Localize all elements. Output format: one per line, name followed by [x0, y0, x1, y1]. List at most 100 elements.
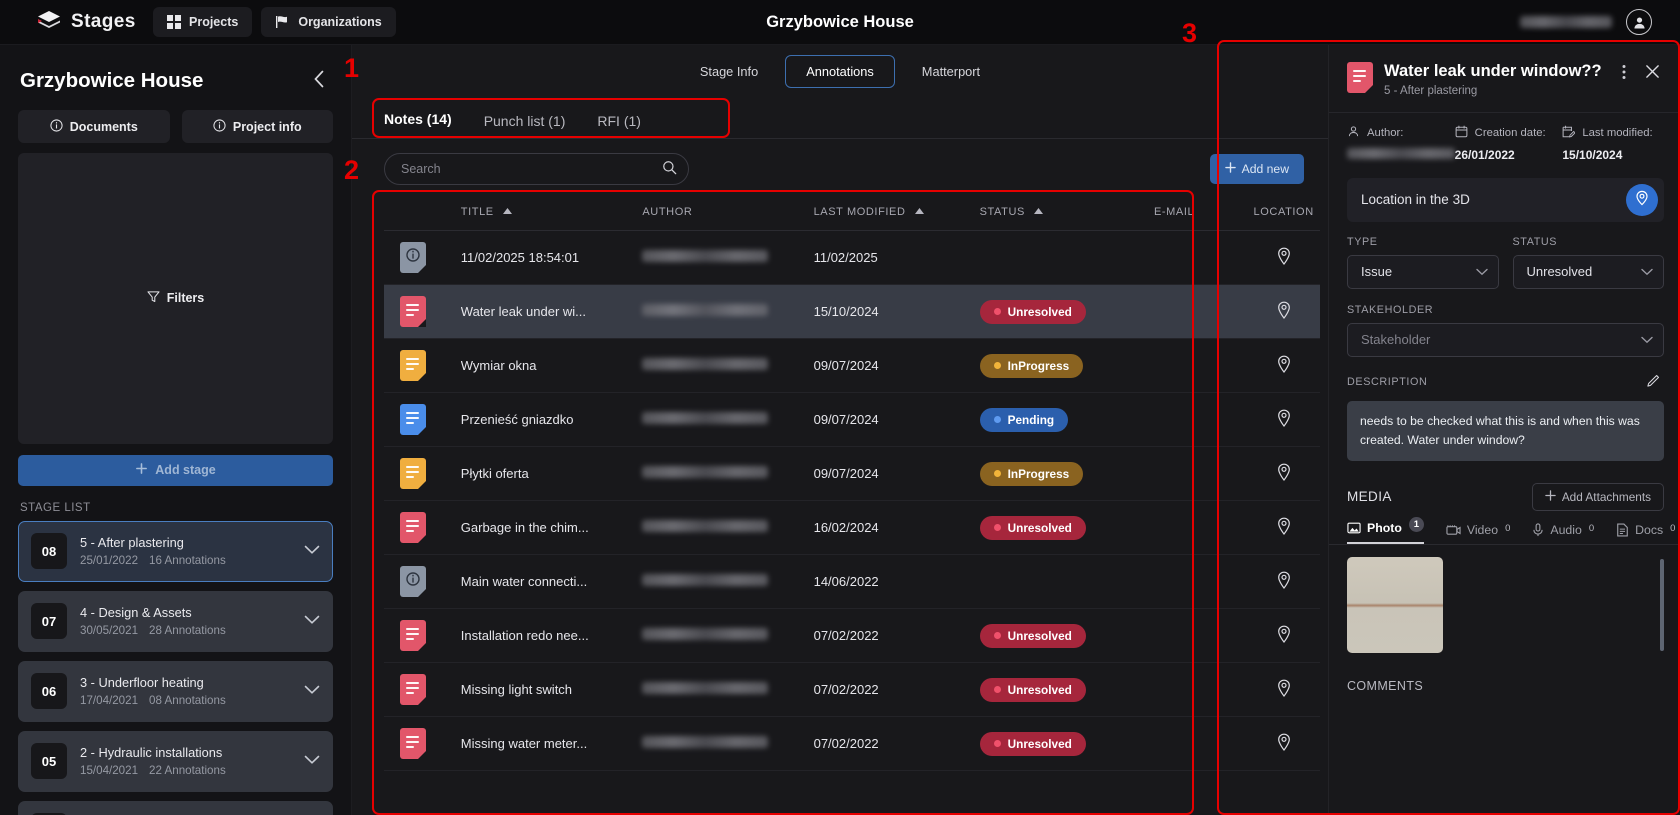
row-location-cell[interactable] — [1247, 284, 1320, 339]
map-pin-icon[interactable] — [1276, 517, 1292, 539]
row-title: Installation redo nee... — [460, 628, 589, 643]
media-tab[interactable]: Audio 0 — [1532, 523, 1594, 544]
audio-icon — [1532, 523, 1544, 537]
table-row[interactable]: Płytki oferta 09/07/2024 InProgress — [384, 446, 1320, 501]
status-label: Unresolved — [1007, 682, 1072, 697]
row-modified-cell: 07/02/2022 — [813, 662, 980, 717]
row-location-cell[interactable] — [1247, 662, 1320, 717]
sort-arrow-icon[interactable] — [502, 205, 512, 217]
location-3d-row[interactable]: Location in the 3D — [1347, 177, 1664, 222]
sidebar-button-row: Documents Project info — [18, 110, 333, 143]
projects-button[interactable]: Projects — [153, 7, 253, 37]
row-title: Main water connecti... — [460, 574, 588, 589]
add-new-button[interactable]: Add new — [1209, 154, 1304, 184]
add-attachments-button[interactable]: Add Attachments — [1531, 482, 1664, 511]
stage-number: 05 — [31, 743, 67, 779]
media-tab[interactable]: Docs 0 — [1616, 523, 1675, 544]
media-scrollbar[interactable] — [1660, 558, 1664, 651]
sidebar-stage-item[interactable]: 041 - Electrical installations25/03/2021… — [18, 800, 333, 815]
media-tab-count: 1 — [1408, 516, 1424, 532]
project-info-label: Project info — [232, 119, 302, 134]
sort-arrow-icon[interactable] — [1033, 205, 1043, 217]
last-modified-value: 15/10/2024 — [1562, 147, 1623, 162]
media-tab[interactable]: Photo 1 — [1347, 516, 1424, 544]
row-location-cell[interactable] — [1247, 554, 1320, 609]
filters-button[interactable]: Filters — [18, 153, 333, 444]
main-tab[interactable]: Matterport — [901, 55, 1001, 88]
stage-date: 30/05/2021 — [80, 624, 139, 637]
main-tab[interactable]: Annotations — [785, 54, 895, 88]
table-row[interactable]: Water leak under wi... 15/10/2024 Unresolv… — [384, 284, 1320, 339]
row-location-cell[interactable] — [1247, 230, 1320, 285]
row-location-cell[interactable] — [1247, 446, 1320, 501]
table-row[interactable]: Wymiar okna 09/07/2024 InProgress — [384, 338, 1320, 393]
map-pin-icon[interactable] — [1276, 625, 1292, 647]
sidebar-stage-item[interactable]: 05 2 - Hydraulic installations 15/04/2021 2… — [18, 730, 333, 792]
sort-arrow-icon[interactable] — [914, 205, 924, 217]
row-location-cell[interactable] — [1247, 338, 1320, 393]
map-pin-icon[interactable] — [1276, 679, 1292, 701]
search-input[interactable] — [384, 153, 689, 185]
type-select[interactable]: Issue — [1347, 254, 1499, 289]
column-header[interactable]: LAST MODIFIED — [813, 195, 980, 231]
annotation-subtab[interactable]: RFI (1) — [597, 113, 641, 138]
annotation-subtab[interactable]: Punch list (1) — [484, 113, 566, 138]
row-location-cell[interactable] — [1247, 392, 1320, 447]
row-author-cell — [642, 230, 814, 285]
table-row[interactable]: 11/02/2025 18:54:01 11/02/2025 — [384, 230, 1320, 285]
media-tab-count: 0 — [1588, 522, 1595, 534]
sidebar-stage-item[interactable]: 08 5 - After plastering 25/01/2022 16 Annot… — [18, 520, 333, 582]
status-select[interactable]: Unresolved — [1512, 254, 1664, 289]
organizations-button[interactable]: Organizations — [261, 7, 396, 37]
stage-name: 3 - Underfloor heating — [80, 675, 204, 690]
table-row[interactable]: Przenieść gniazdko 09/07/2024 Pending — [384, 392, 1320, 447]
documents-button[interactable]: Documents — [18, 110, 170, 143]
row-location-cell[interactable] — [1247, 716, 1320, 771]
row-location-cell[interactable] — [1247, 608, 1320, 663]
add-stage-button[interactable]: Add stage — [18, 454, 333, 486]
table-row[interactable]: Installation redo nee... 07/02/2022 Unreso… — [384, 608, 1320, 663]
main-tab-bar[interactable]: Stage Info Annotations Matterport — [352, 45, 1328, 97]
info-circle-icon — [213, 118, 226, 135]
map-pin-icon[interactable] — [1276, 247, 1292, 269]
column-header[interactable]: STATUS — [979, 195, 1154, 231]
project-info-button[interactable]: Project info — [181, 110, 333, 143]
photo-thumbnail[interactable] — [1347, 556, 1443, 653]
table-row[interactable]: Missing water meter... 07/02/2022 Unresolv… — [384, 716, 1320, 771]
edit-description-button[interactable] — [1642, 372, 1664, 393]
close-panel-button[interactable] — [1641, 62, 1664, 84]
sidebar-stage-item[interactable]: 06 3 - Underfloor heating 17/04/2021 08 Ann… — [18, 660, 333, 722]
status-dot-icon — [993, 524, 1001, 531]
stage-name: 2 - Hydraulic installations — [80, 745, 223, 760]
map-pin-icon[interactable] — [1276, 463, 1292, 485]
map-pin-icon[interactable] — [1276, 733, 1292, 755]
table-row[interactable]: Missing light switch 07/02/2022 Unresolved — [384, 662, 1320, 717]
table-row[interactable]: Garbage in the chim... 16/02/2024 Unresolv… — [384, 500, 1320, 555]
main-tab[interactable]: Stage Info — [679, 55, 779, 88]
map-pin-icon[interactable] — [1276, 301, 1292, 323]
locate-in-3d-button[interactable] — [1626, 183, 1658, 216]
more-options-button[interactable] — [1618, 62, 1630, 85]
column-header[interactable]: TITLE — [460, 195, 643, 231]
table-body[interactable]: 11/02/2025 18:54:01 11/02/2025 Water leak … — [384, 230, 1320, 771]
last-modified-meta: Last modified: 15/10/2024 — [1562, 125, 1664, 164]
map-pin-icon[interactable] — [1276, 409, 1292, 431]
row-location-cell[interactable] — [1247, 500, 1320, 555]
stage-list-label: STAGE LIST — [20, 501, 91, 514]
collapse-sidebar-button[interactable] — [307, 67, 331, 94]
avatar[interactable] — [1626, 9, 1652, 35]
map-pin-icon[interactable] — [1276, 571, 1292, 593]
stakeholder-select[interactable]: Stakeholder — [1347, 322, 1664, 357]
row-title-cell: Wymiar okna — [460, 338, 643, 393]
map-pin-icon[interactable] — [1276, 355, 1292, 377]
media-tab-bar[interactable]: Photo 1 Video 0 Audio 0 Docs 0 — [1329, 516, 1680, 545]
annotation-subtab-bar[interactable]: Notes (14) Punch list (1) RFI (1) — [352, 97, 1328, 139]
search-icon[interactable] — [662, 160, 677, 178]
sidebar-stage-item[interactable]: 07 4 - Design & Assets 30/05/2021 28 Annota… — [18, 590, 333, 652]
stage-list[interactable]: 08 5 - After plastering 25/01/2022 16 Annot… — [18, 520, 333, 815]
stakeholder-field: STAKEHOLDER Stakeholder — [1347, 304, 1664, 357]
author-redacted — [642, 250, 769, 262]
table-row[interactable]: Main water connecti... 14/06/2022 — [384, 554, 1320, 609]
annotation-subtab[interactable]: Notes (14) — [384, 111, 452, 138]
media-tab[interactable]: Video 0 — [1446, 523, 1510, 544]
